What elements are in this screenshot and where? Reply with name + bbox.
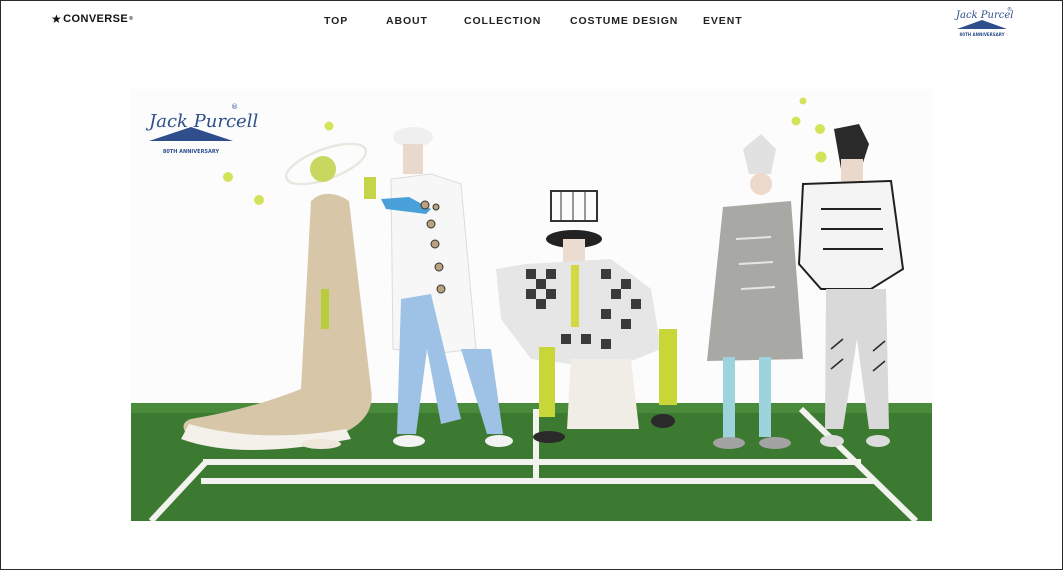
stool [567,359,639,429]
nav-collection[interactable]: COLLECTION [464,15,541,27]
main-nav: TOP ABOUT COLLECTION COSTUME DESIGN EVEN… [1,15,1063,31]
nav-event[interactable]: EVENT [703,15,743,27]
badge-chevron-icon [957,20,1007,29]
jack-purcell-badge[interactable]: Jack Purcell ® 80TH ANNIVERSARY [952,4,1017,40]
hero-logo-anniversary: 80TH ANNIVERSARY [163,149,220,155]
hero-logo-registered: ® [231,103,238,111]
hero-logo-script: Jack Purcell [145,111,258,132]
badge-anniversary: 80TH ANNIVERSARY [960,32,1005,37]
hero-image: Jack Purcell ® 80TH ANNIVERSARY [131,89,932,521]
nav-about[interactable]: ABOUT [386,15,428,27]
badge-registered: ® [1007,6,1012,13]
badge-script: Jack Purcell [954,10,1014,21]
nav-costume-design[interactable]: COSTUME DESIGN [570,15,678,27]
page-frame: ★ CONVERSE ® TOP ABOUT COLLECTION COSTUM… [0,0,1063,570]
nav-top[interactable]: TOP [324,15,348,27]
